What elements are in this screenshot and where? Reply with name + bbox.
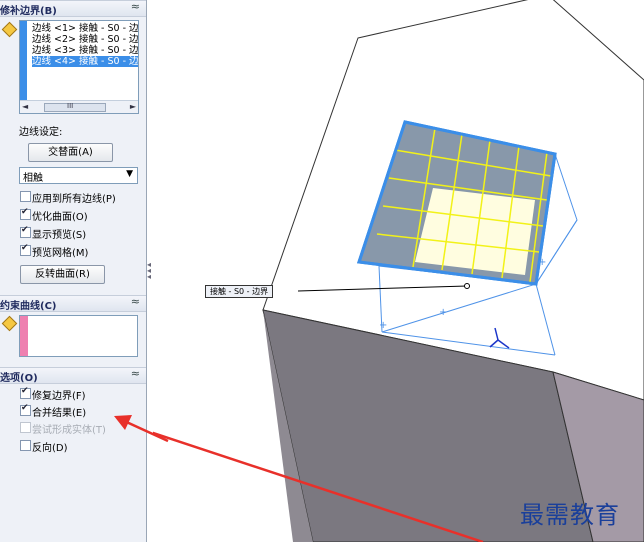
fix-boundary-label: 修复边界(F)	[32, 391, 86, 402]
try-form-solid-label: 尝试形成实体(T)	[32, 425, 106, 436]
edge-list-item[interactable]: 边线 <3> 接触 - S0 - 边界	[32, 45, 138, 56]
model-canvas[interactable]: + + +	[153, 0, 644, 542]
constraint-curves-header[interactable]: 约束曲线(C) ≈	[0, 295, 146, 312]
apply-all-edges-label: 应用到所有边线(P)	[32, 194, 116, 205]
selection-color-stripe	[20, 316, 28, 356]
callout-anchor-point	[464, 283, 470, 289]
patch-boundary-title: 修补边界(B)	[0, 6, 57, 17]
fix-boundary-checkbox[interactable]	[20, 386, 31, 399]
patch-boundary-header[interactable]: 修补边界(B) ≈	[0, 0, 146, 17]
property-manager-panel: 修补边界(B) ≈ 边线 <1> 接触 - S0 - 边界 边线 <2> 接触 …	[0, 0, 147, 542]
alternate-face-button[interactable]: 交替面(A)	[28, 143, 113, 162]
boundary-selection-icon	[1, 21, 18, 38]
red-arrow-overlay	[114, 415, 169, 443]
scroll-grip-icon: III	[67, 102, 74, 110]
watermark-text: 最需教育	[520, 501, 620, 529]
edge-settings-label: 边线设定:	[19, 127, 63, 138]
preview-mesh-label: 预览网格(M)	[32, 248, 89, 259]
scroll-thumb[interactable]	[44, 103, 106, 112]
edge-list-item-selected[interactable]: 边线 <4> 接触 - S0 - 边界	[32, 56, 138, 67]
constraint-curves-list[interactable]	[19, 315, 138, 357]
contact-type-select[interactable]: 相触 ▼	[19, 167, 138, 184]
merge-result-label: 合并结果(E)	[32, 408, 87, 419]
preview-mesh-checkbox[interactable]	[20, 243, 31, 256]
origin-marker-icon: +	[379, 320, 387, 331]
merge-result-checkbox[interactable]	[20, 403, 31, 416]
graphics-viewport[interactable]: + + + 接触 - S0 - 边界	[153, 0, 644, 542]
constraint-selection-icon	[1, 315, 18, 332]
origin-marker-icon: +	[538, 257, 546, 268]
options-title: 选项(O)	[0, 373, 38, 384]
optimize-surface-checkbox[interactable]	[20, 207, 31, 220]
show-preview-label: 显示预览(S)	[32, 230, 87, 241]
constraint-curves-title: 约束曲线(C)	[0, 301, 57, 312]
collapse-chevron-icon[interactable]: ≈	[131, 295, 140, 308]
contact-type-value: 相触	[23, 173, 43, 184]
horizontal-scrollbar[interactable]: ◄ III ►	[20, 100, 138, 113]
reverse-surface-button[interactable]: 反转曲面(R)	[20, 265, 105, 284]
collapse-chevron-icon[interactable]: ≈	[131, 367, 140, 380]
edge-list-item[interactable]: 边线 <2> 接触 - S0 - 边界	[32, 34, 138, 45]
edge-list-item[interactable]: 边线 <1> 接触 - S0 - 边界	[32, 23, 138, 34]
reverse-direction-checkbox[interactable]	[20, 440, 31, 451]
apply-all-edges-checkbox[interactable]	[20, 191, 31, 202]
try-form-solid-checkbox	[20, 422, 31, 433]
scroll-right-icon[interactable]: ►	[130, 102, 136, 111]
options-header[interactable]: 选项(O) ≈	[0, 367, 146, 384]
reverse-direction-label: 反向(D)	[32, 443, 68, 454]
edge-selection-list[interactable]: 边线 <1> 接触 - S0 - 边界 边线 <2> 接触 - S0 - 边界 …	[19, 20, 139, 114]
chevron-down-icon[interactable]: ▼	[126, 169, 133, 179]
collapse-chevron-icon[interactable]: ≈	[131, 0, 140, 13]
edge-callout-label[interactable]: 接触 - S0 - 边界	[205, 285, 274, 298]
scroll-left-icon[interactable]: ◄	[22, 102, 28, 111]
optimize-surface-label: 优化曲面(O)	[32, 212, 88, 223]
patch-surface-fill	[415, 188, 535, 275]
show-preview-checkbox[interactable]	[20, 225, 31, 238]
origin-marker-icon: +	[439, 307, 447, 318]
